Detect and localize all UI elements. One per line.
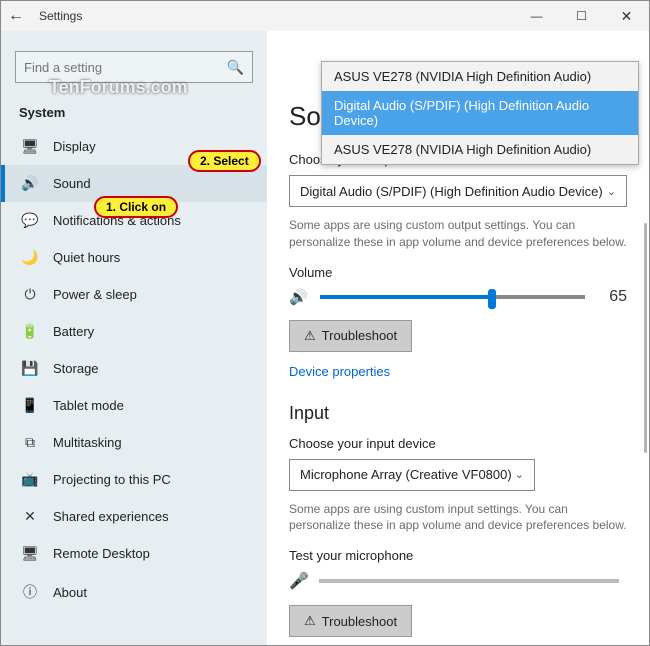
close-button[interactable]: ✕ [604,1,649,31]
sidebar-item-label: Multitasking [53,435,122,450]
output-device-value: Digital Audio (S/PDIF) (High Definition … [300,184,603,199]
sidebar: TenForums.com 🔍 System 🖥Display🔊Sound💬No… [1,31,267,645]
sidebar-item-label: About [53,585,87,600]
sidebar-item-shared-experiences[interactable]: ✕ Shared experiences [1,498,267,535]
remote-icon: 🖥 [19,545,41,562]
content-pane: ASUS VE278 (NVIDIA High Definition Audio… [267,31,649,645]
sidebar-item-label: Display [53,139,96,154]
search-input[interactable] [24,60,227,75]
output-device-select[interactable]: Digital Audio (S/PDIF) (High Definition … [289,175,627,207]
section-heading: System [1,97,267,128]
sidebar-item-label: Storage [53,361,99,376]
btn-label: Troubleshoot [322,614,397,629]
titlebar: ← Settings — ☐ ✕ [1,1,649,31]
output-dropdown-list[interactable]: ASUS VE278 (NVIDIA High Definition Audio… [321,61,639,165]
chevron-down-icon: ⌄ [607,185,616,198]
sound-icon: 🔊 [19,175,41,192]
volume-slider[interactable] [320,295,585,299]
sidebar-item-label: Tablet mode [53,398,124,413]
sidebar-item-quiet-hours[interactable]: 🌙 Quiet hours [1,239,267,276]
microphone-icon: 🎤 [289,571,309,591]
dropdown-option[interactable]: ASUS VE278 (NVIDIA High Definition Audio… [322,135,638,164]
input-device-value: Microphone Array (Creative VF0800) [300,467,512,482]
volume-label: Volume [289,265,627,280]
warning-icon: ⚠ [304,613,316,629]
search-box[interactable]: 🔍 [15,51,253,83]
output-note: Some apps are using custom output settin… [289,217,627,251]
sidebar-item-label: Sound [53,176,91,191]
sidebar-item-tablet-mode[interactable]: 📱 Tablet mode [1,387,267,424]
about-icon: ⓘ [19,582,41,602]
sidebar-item-label: Battery [53,324,94,339]
annotation-callout-1: 1. Click on [94,196,178,218]
annotation-callout-2: 2. Select [188,150,261,172]
sidebar-item-label: Power & sleep [53,287,137,302]
volume-row: 🔊 65 [289,288,627,306]
test-mic-label: Test your microphone [289,548,627,563]
warning-icon: ⚠ [304,328,316,344]
input-device-label: Choose your input device [289,436,627,451]
output-device-properties-link[interactable]: Device properties [289,364,390,379]
sidebar-item-remote-desktop[interactable]: 🖥 Remote Desktop [1,535,267,572]
mic-level-bar [319,579,619,583]
tablet-icon: 📱 [19,397,41,414]
btn-label: Troubleshoot [322,328,397,343]
back-button[interactable]: ← [1,7,31,25]
maximize-button[interactable]: ☐ [559,1,604,31]
input-heading: Input [289,403,627,424]
input-troubleshoot-button[interactable]: ⚠ Troubleshoot [289,605,412,637]
volume-value: 65 [597,288,627,306]
dropdown-option[interactable]: ASUS VE278 (NVIDIA High Definition Audio… [322,62,638,91]
sidebar-item-projecting-to-this-pc[interactable]: 📺 Projecting to this PC [1,461,267,498]
sidebar-item-label: Shared experiences [53,509,169,524]
project-icon: 📺 [19,471,41,488]
dropdown-option[interactable]: Digital Audio (S/PDIF) (High Definition … [322,91,638,135]
settings-window: ← Settings — ☐ ✕ TenForums.com 🔍 System … [0,0,650,646]
notifications-icon: 💬 [19,212,41,229]
sidebar-item-storage[interactable]: 💾 Storage [1,350,267,387]
chevron-down-icon: ⌄ [515,468,524,481]
input-note: Some apps are using custom input setting… [289,501,627,535]
mic-test-row: 🎤 [289,571,627,591]
input-device-select[interactable]: Microphone Array (Creative VF0800) ⌄ [289,459,535,491]
window-title: Settings [39,9,82,23]
sidebar-item-label: Remote Desktop [53,546,150,561]
display-icon: 🖥 [19,138,41,155]
battery-icon: 🔋 [19,323,41,340]
output-troubleshoot-button[interactable]: ⚠ Troubleshoot [289,320,412,352]
sidebar-item-label: Quiet hours [53,250,120,265]
sidebar-item-battery[interactable]: 🔋 Battery [1,313,267,350]
power-icon: ⏻ [19,286,41,303]
focus-icon: 🌙 [19,249,41,266]
multitask-icon: ⧉ [19,434,41,451]
sidebar-item-label: Projecting to this PC [53,472,171,487]
minimize-button[interactable]: — [514,1,559,31]
search-icon: 🔍 [227,59,244,76]
speaker-icon[interactable]: 🔊 [289,288,308,306]
storage-icon: 💾 [19,360,41,377]
sidebar-item-multitasking[interactable]: ⧉ Multitasking [1,424,267,461]
shared-icon: ✕ [19,508,41,525]
scrollbar[interactable] [644,223,647,453]
sidebar-item-power-sleep[interactable]: ⏻ Power & sleep [1,276,267,313]
sidebar-item-about[interactable]: ⓘ About [1,572,267,612]
